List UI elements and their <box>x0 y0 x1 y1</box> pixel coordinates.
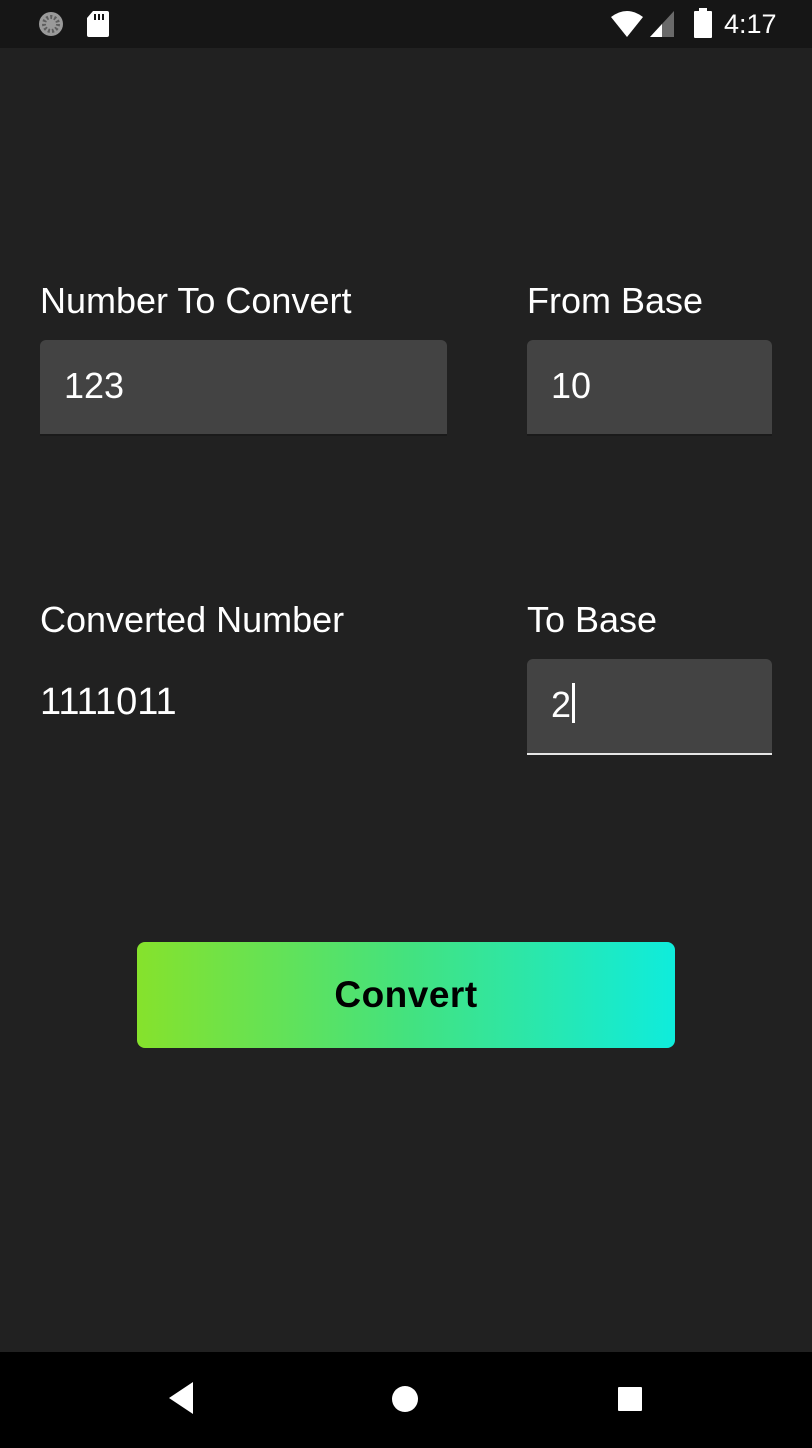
from-base-value: 10 <box>551 365 592 406</box>
status-bar: 4:17 <box>0 0 812 48</box>
convert-button[interactable]: Convert <box>137 942 675 1048</box>
number-to-convert-value: 123 <box>64 365 125 406</box>
status-time: 4:17 <box>724 9 777 39</box>
text-cursor <box>572 683 576 723</box>
home-icon[interactable] <box>390 1384 420 1414</box>
number-to-convert-input[interactable]: 123 <box>40 340 447 436</box>
navigation-bar <box>0 1352 812 1448</box>
sd-card-icon <box>87 11 109 37</box>
wifi-icon <box>611 11 643 37</box>
battery-icon <box>694 8 712 38</box>
number-to-convert-label: Number To Convert <box>40 280 352 321</box>
to-base-label: To Base <box>527 599 658 640</box>
app-screen: 4:17 Number To Convert 123 From Base 10 … <box>0 0 812 1448</box>
cell-signal-icon <box>650 11 674 37</box>
recents-icon[interactable] <box>617 1386 643 1412</box>
converted-number-label: Converted Number <box>40 599 345 640</box>
from-base-label: From Base <box>527 280 704 321</box>
to-base-input[interactable]: 2 <box>527 659 772 755</box>
from-base-input[interactable]: 10 <box>527 340 772 436</box>
back-icon[interactable] <box>166 1380 196 1416</box>
loading-icon <box>39 12 63 36</box>
to-base-value: 2 <box>551 684 572 725</box>
to-base-value-wrap: 2 <box>551 683 576 727</box>
convert-button-label: Convert <box>334 974 478 1015</box>
converted-number-value: 1111011 <box>40 681 177 723</box>
